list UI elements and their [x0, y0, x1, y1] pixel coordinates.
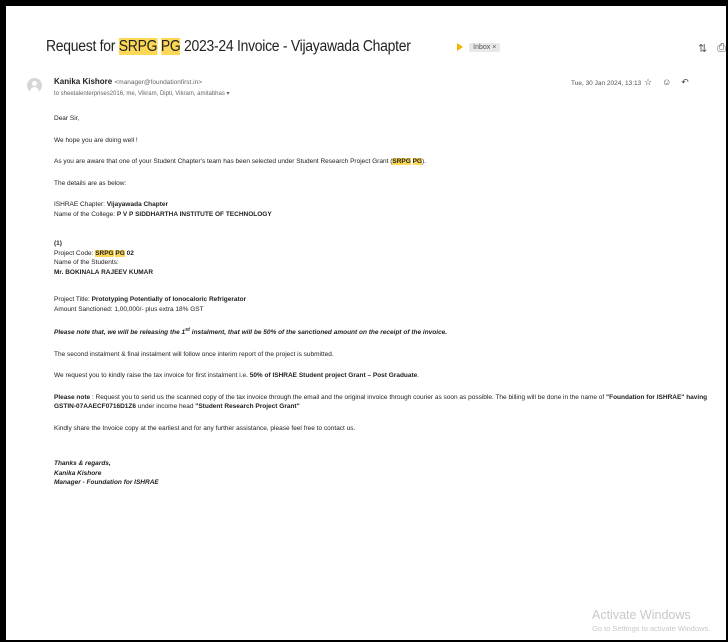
- project-block: (1) Project Code: SRPG PG 02 Name of the…: [54, 240, 154, 276]
- chevron-down-icon[interactable]: ▾: [227, 91, 230, 97]
- inbox-label[interactable]: Inbox ×: [469, 42, 501, 52]
- email-date: Tue, 30 Jan 2024, 13:13: [571, 80, 642, 87]
- avatar: [27, 78, 42, 93]
- expand-icon[interactable]: ⇅: [698, 42, 707, 55]
- email-window: Request for SRPG PG 2023-24 Invoice - Vi…: [6, 6, 726, 640]
- email-body: Dear Sir, We hope you are doing well ! A…: [54, 114, 722, 500]
- release-line: Please note that, we will be releasing t…: [54, 327, 448, 337]
- star-icon[interactable]: ☆: [644, 77, 652, 88]
- project-title-block: Project Title: Prototyping Potentially o…: [54, 296, 247, 313]
- activate-windows-watermark: Activate Windows Go to Settings to activ…: [592, 608, 711, 633]
- second-instalment-line: The second instalment & final instalment…: [54, 350, 334, 358]
- message-actions: ☆ ☺ ↶: [644, 77, 689, 88]
- signature: Thanks & regards, Kanika Kishore Manager…: [54, 460, 159, 487]
- greeting: Dear Sir,: [54, 115, 80, 122]
- chapter-block: ISHRAE Chapter: Vijayawada Chapter Name …: [54, 201, 272, 218]
- aware-line: As you are aware that one of your Studen…: [54, 158, 426, 165]
- note-line: Please note : Request you to send us the…: [54, 393, 708, 411]
- sender-name[interactable]: Kanika Kishore: [54, 77, 112, 86]
- sender-email: <manager@foundationfirst.in>: [114, 79, 203, 86]
- hope-line: We hope you are doing well !: [54, 136, 138, 144]
- print-icon[interactable]: ⎙: [717, 42, 726, 55]
- emoji-icon[interactable]: ☺: [662, 77, 671, 88]
- sender: Kanika Kishore <manager@foundationfirst.…: [54, 77, 202, 86]
- top-toolbar: ⇅ ⎙: [698, 42, 726, 55]
- important-marker-icon[interactable]: [457, 43, 464, 51]
- recipients[interactable]: to sheetalenterprises2016, me, Vikram, D…: [54, 90, 230, 97]
- subject-row: Request for SRPG PG 2023-24 Invoice - Vi…: [46, 38, 501, 56]
- reply-icon[interactable]: ↶: [681, 77, 689, 88]
- details-line: The details are as below:: [54, 179, 127, 187]
- email-subject: Request for SRPG PG 2023-24 Invoice - Vi…: [46, 38, 411, 55]
- request-line: We request you to kindly raise the tax i…: [54, 372, 420, 380]
- share-line: Kindly share the Invoice copy at the ear…: [54, 424, 356, 432]
